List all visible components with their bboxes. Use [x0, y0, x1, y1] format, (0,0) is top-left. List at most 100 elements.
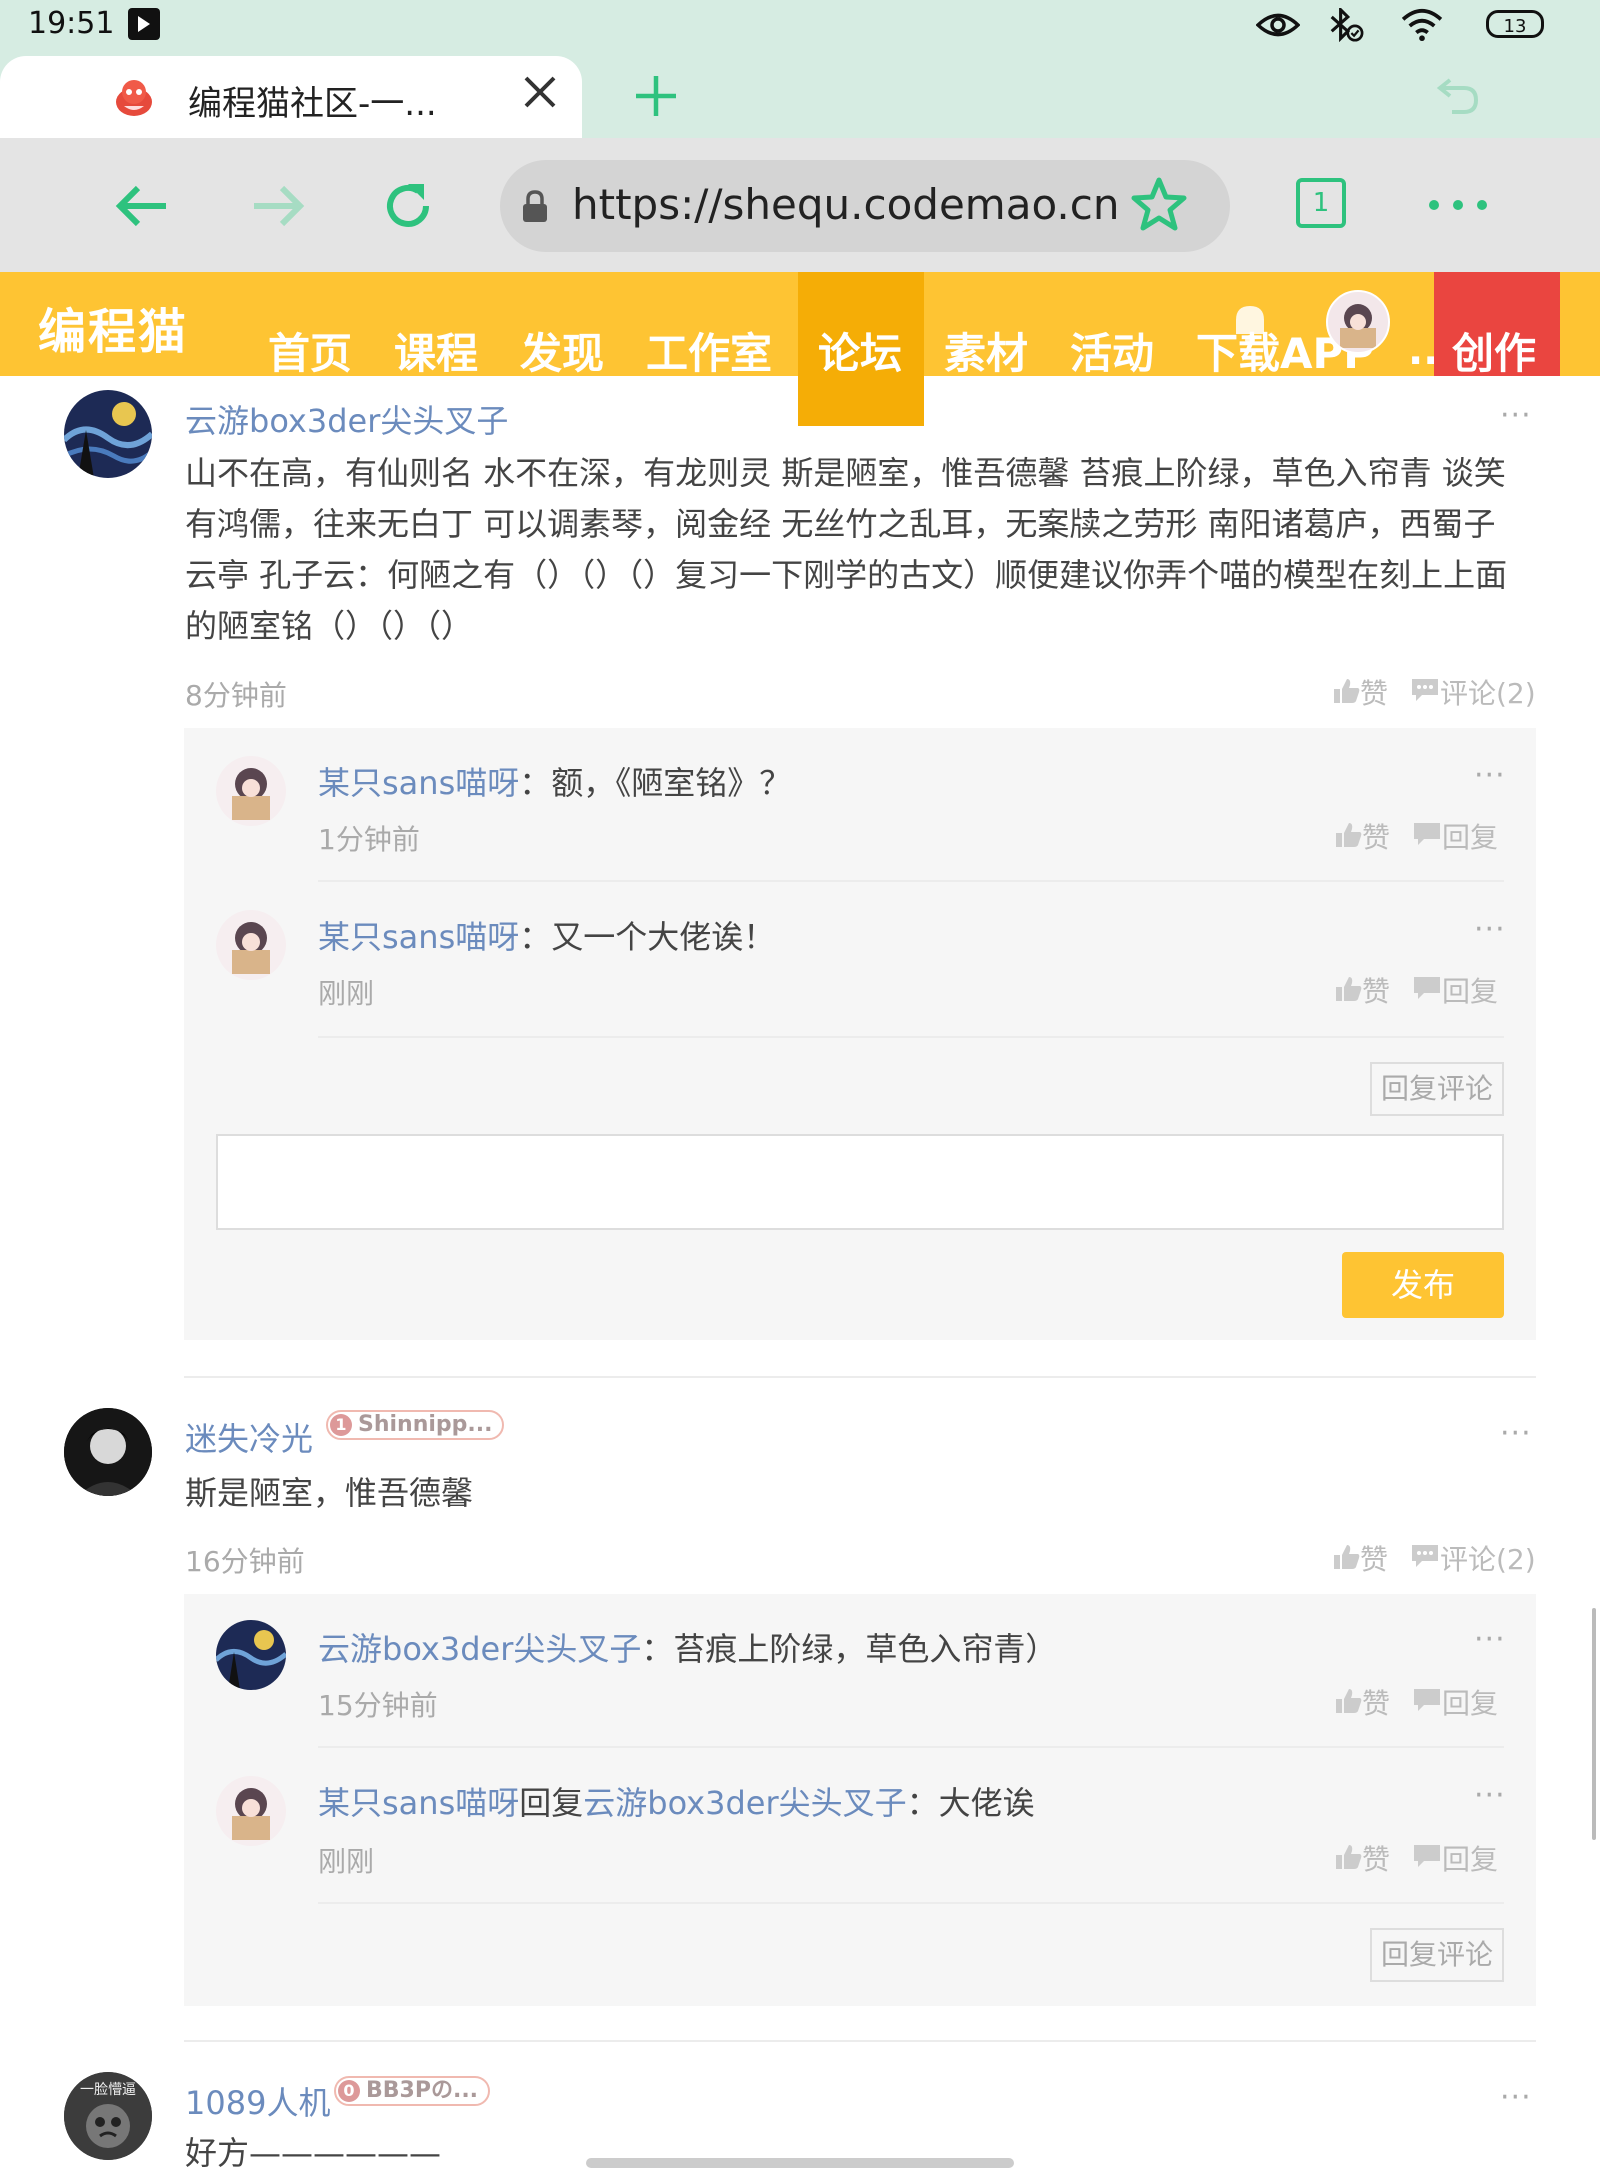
bluetooth-icon: [1330, 8, 1364, 42]
reply-line: 某只sans喵呀：额，《陋室铭》？: [318, 758, 791, 804]
wifi-icon: [1401, 8, 1443, 42]
url-text[interactable]: https://shequ.codemao.cn: [572, 180, 1119, 229]
post-author-name[interactable]: 迷失冷光: [185, 1414, 313, 1460]
post-time: 8分钟前: [185, 679, 287, 712]
reply-author-avatar[interactable]: [216, 1620, 286, 1690]
reply-like-button[interactable]: 赞: [1334, 1838, 1390, 1878]
post-author-name[interactable]: 1089人机: [185, 2078, 330, 2124]
badge-level: 0: [338, 2080, 360, 2102]
post-author-avatar[interactable]: 一脸懵逼: [64, 2072, 152, 2160]
reply-label: 回复: [1442, 1843, 1499, 1876]
publish-button[interactable]: 发布: [1342, 1252, 1504, 1318]
reply-label: 回复: [1442, 975, 1499, 1008]
like-label: 赞: [1362, 1843, 1391, 1876]
thumbs-up-icon: [1336, 823, 1362, 847]
like-button[interactable]: 赞: [1332, 1538, 1388, 1578]
user-avatar[interactable]: [1326, 290, 1390, 354]
post-author-avatar[interactable]: [64, 390, 152, 478]
comment-icon: [1412, 1545, 1438, 1567]
reply-more-button[interactable]: ···: [1474, 1778, 1506, 1813]
comment-button[interactable]: 评论(2): [1410, 672, 1536, 712]
nav-courses[interactable]: 课程: [394, 320, 478, 381]
nav-studio[interactable]: 工作室: [646, 320, 772, 381]
thumbs-up-icon: [1336, 1845, 1362, 1869]
notification-bell-icon[interactable]: [1230, 300, 1270, 346]
post-more-button[interactable]: ···: [1500, 2080, 1532, 2115]
reply-label: 回复: [1442, 821, 1499, 854]
bookmark-star-icon[interactable]: [1130, 176, 1188, 234]
comment-count: 评论(2): [1440, 677, 1536, 710]
close-tab-icon[interactable]: [520, 72, 560, 112]
like-label: 赞: [1360, 677, 1389, 710]
reply-to-label: 回复: [519, 1784, 584, 1822]
scrollbar-thumb[interactable]: [1592, 1608, 1596, 1840]
reply-colon: ：: [906, 1784, 939, 1822]
codemao-favicon-icon: [116, 80, 152, 116]
nav-forum[interactable]: 论坛: [818, 320, 902, 381]
reply-author-avatar[interactable]: [216, 1776, 286, 1846]
like-label: 赞: [1360, 1543, 1389, 1576]
like-button[interactable]: 赞: [1332, 672, 1388, 712]
reply-like-button[interactable]: 赞: [1334, 970, 1390, 1010]
reply-author-name[interactable]: 某只sans喵呀: [318, 918, 519, 956]
reply-author-name[interactable]: 某只sans喵呀: [318, 1784, 519, 1822]
nav-events[interactable]: 活动: [1070, 320, 1154, 381]
post-content: 好方——————: [185, 2134, 442, 2172]
reply-time: 刚刚: [318, 977, 375, 1010]
reply-author-avatar[interactable]: [216, 910, 286, 980]
more-menu-icon[interactable]: [1418, 190, 1498, 220]
undo-icon[interactable]: [1436, 74, 1480, 118]
status-time: 19:51: [28, 6, 115, 41]
reload-icon[interactable]: [378, 176, 438, 236]
user-badge[interactable]: 0 BB3Pの...: [334, 2076, 491, 2106]
reply-line: 云游box3der尖头叉子：苔痕上阶绿，草色入帘青）: [318, 1624, 1057, 1670]
tab-title: 编程猫社区-一...: [188, 84, 437, 124]
reply-target-name[interactable]: 云游box3der尖头叉子: [583, 1784, 906, 1822]
post-more-button[interactable]: ···: [1500, 398, 1532, 433]
reply-reply-button[interactable]: 回复: [1412, 1838, 1498, 1878]
reply-reply-button[interactable]: 回复: [1412, 1682, 1498, 1722]
post-more-button[interactable]: ···: [1500, 1416, 1532, 1451]
reply-label: 回复: [1442, 1687, 1499, 1720]
site-logo[interactable]: 编程猫: [38, 292, 188, 362]
nav-home[interactable]: 首页: [268, 320, 352, 381]
reply-author-name[interactable]: 云游box3der尖头叉子: [318, 1630, 641, 1668]
nav-discover[interactable]: 发现: [520, 320, 604, 381]
reply-more-button[interactable]: ···: [1474, 1622, 1506, 1657]
divider: [318, 880, 1504, 882]
like-label: 赞: [1362, 821, 1391, 854]
post-author-name[interactable]: 云游box3der尖头叉子: [185, 396, 508, 442]
post-divider: [184, 2040, 1536, 2042]
reply-input[interactable]: [216, 1134, 1504, 1230]
forward-arrow-icon[interactable]: [248, 176, 308, 236]
reply-author-avatar[interactable]: [216, 756, 286, 826]
thumbs-up-icon: [1336, 1689, 1362, 1713]
user-badge[interactable]: 1 Shinnipp...: [326, 1410, 505, 1440]
tab-count-button[interactable]: 1: [1296, 178, 1346, 228]
post-divider: [184, 1376, 1536, 1378]
battery-indicator: 13: [1486, 10, 1544, 38]
thumbs-up-icon: [1334, 679, 1360, 703]
reply-time: 1分钟前: [318, 823, 420, 856]
home-gesture-bar[interactable]: [586, 2158, 1014, 2168]
reply-more-button[interactable]: ···: [1474, 912, 1506, 947]
post-content: 斯是陋室，惟吾德馨: [185, 1474, 474, 1512]
create-button-label: 创作: [1452, 329, 1537, 378]
like-label: 赞: [1362, 975, 1391, 1008]
comment-icon: [1414, 823, 1440, 845]
reply-reply-button[interactable]: 回复: [1412, 816, 1498, 856]
reply-like-button[interactable]: 赞: [1334, 1682, 1390, 1722]
post-author-avatar[interactable]: [64, 1408, 152, 1496]
reply-comment-button[interactable]: 回复评论: [1370, 1062, 1504, 1116]
reply-more-button[interactable]: ···: [1474, 758, 1506, 793]
reply-reply-button[interactable]: 回复: [1412, 970, 1498, 1010]
back-arrow-icon[interactable]: [112, 176, 172, 236]
divider: [318, 1902, 1504, 1904]
reply-author-name[interactable]: 某只sans喵呀: [318, 764, 519, 802]
new-tab-icon[interactable]: [632, 72, 680, 120]
comment-button[interactable]: 评论(2): [1410, 1538, 1536, 1578]
nav-materials[interactable]: 素材: [944, 320, 1028, 381]
reply-like-button[interactable]: 赞: [1334, 816, 1390, 856]
badge-label: BB3Pの...: [366, 2078, 479, 2103]
reply-comment-button[interactable]: 回复评论: [1370, 1928, 1504, 1982]
